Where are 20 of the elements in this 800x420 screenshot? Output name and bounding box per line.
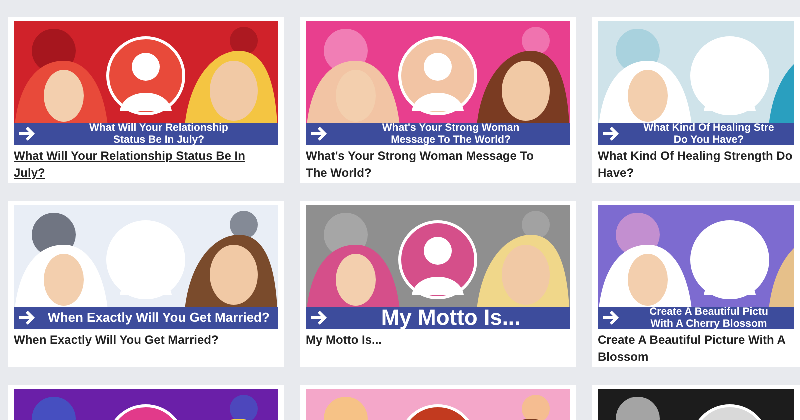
quiz-title-link[interactable]: When Exactly Will You Get Married? (14, 332, 219, 349)
quiz-card[interactable]: Create A Beautiful Pictu With A Cherry Blossom Create A Beautiful Picture With A Blossom (592, 201, 800, 367)
banner-text: What Will Your Relationship (90, 122, 228, 134)
quiz-title-link[interactable]: What's Your Strong Woman Message To The World? (306, 148, 534, 182)
quiz-title-link[interactable]: My Motto Is... (306, 332, 382, 349)
banner-text: With A Cherry Blossom (650, 318, 768, 329)
banner-text: Create A Beautiful Pictu (650, 306, 768, 318)
quiz-card[interactable]: What Kind Of Healing Stre Do You Have? What Kind Of Healing Strength Do Have? (592, 17, 800, 183)
quiz-card[interactable]: What's Your Strong Woman Message To The World? What's Your Strong Woman Message To The World? (300, 17, 576, 183)
banner-text: When Exactly Will You Get Married? (48, 310, 270, 326)
quiz-card[interactable]: What Will Your Relationship Status Be In July? What Will Your Relationship Status Be In July? (8, 17, 284, 183)
banner-text: Status Be In July? (113, 134, 205, 145)
banner-text: What's Your Strong Woman (382, 122, 520, 134)
quiz-title-link[interactable]: Create A Beautiful Picture With A Blossom (598, 332, 786, 366)
banner-text: Do You Have? (674, 134, 744, 145)
quiz-title-link[interactable]: What Kind Of Healing Strength Do Have? (598, 148, 793, 182)
banner-text: Message To The World? (391, 134, 511, 145)
quiz-title-link[interactable]: What Will Your Relationship Status Be In July? (14, 148, 246, 182)
banner-text: What Kind Of Healing Stre (644, 122, 774, 134)
quiz-card[interactable]: When Exactly Will You Get Married? When Exactly Will You Get Married? (8, 201, 284, 367)
